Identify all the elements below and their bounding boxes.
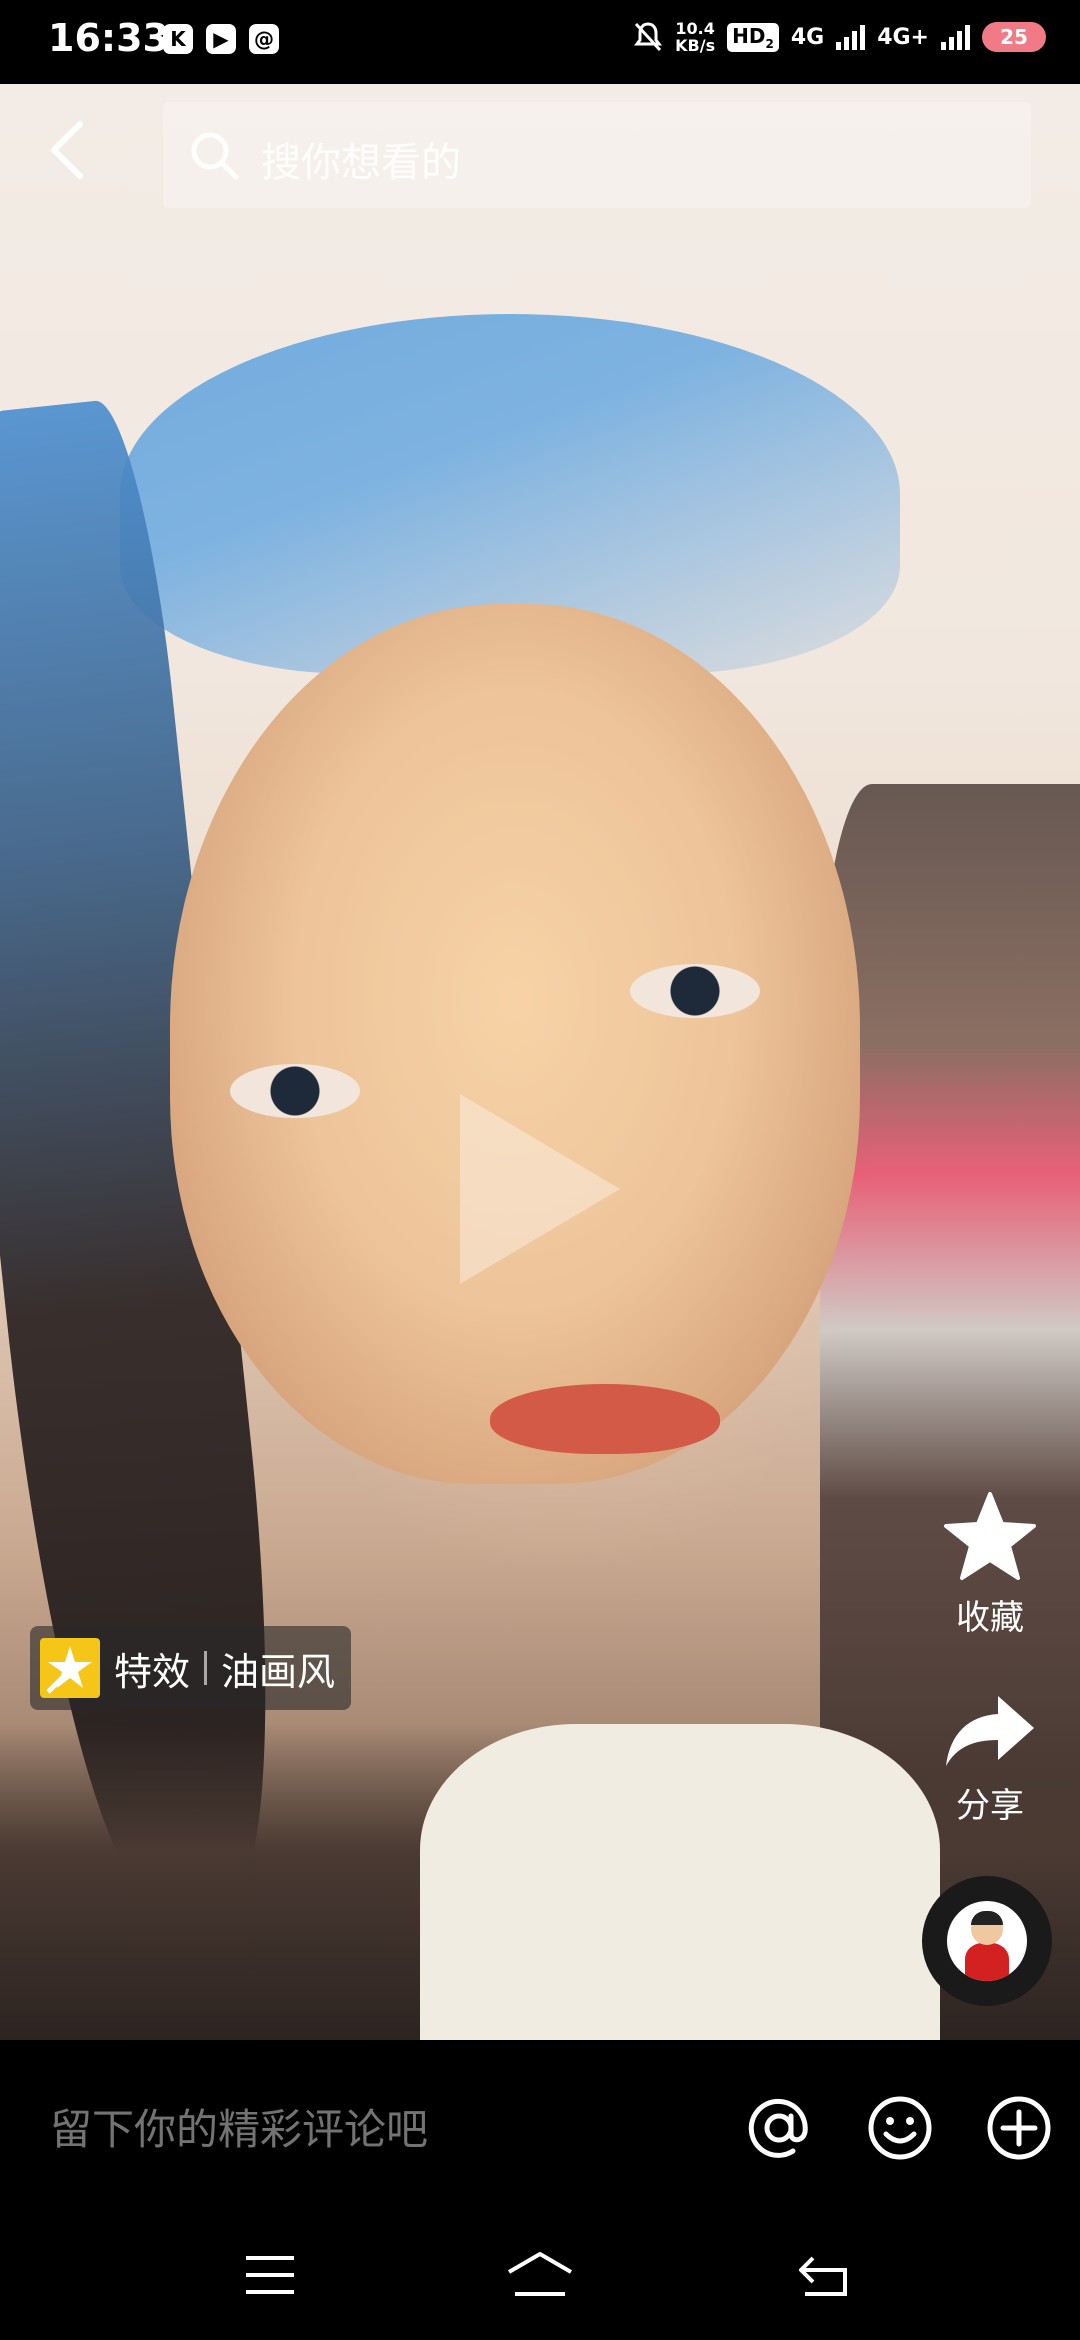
signal-label-1: 4G bbox=[790, 24, 825, 50]
kuaishou-app-icon: K bbox=[163, 24, 193, 54]
mute-bell-icon bbox=[634, 22, 663, 52]
magic-wand-icon bbox=[40, 1638, 100, 1698]
signal-label-2: 4G+ bbox=[877, 24, 929, 50]
signal-bars-1-icon bbox=[836, 24, 866, 50]
favorite-button[interactable]: 收藏 bbox=[930, 1490, 1050, 1639]
video-app-icon: ▶ bbox=[206, 24, 236, 54]
at-mention-icon[interactable] bbox=[745, 2094, 813, 2162]
search-input[interactable]: 搜你想看的 bbox=[163, 102, 1031, 208]
at-app-icon: @ bbox=[249, 24, 279, 54]
video-player[interactable]: ··· bbox=[0, 84, 1080, 2040]
chevron-left-icon bbox=[51, 121, 83, 179]
system-nav-bar bbox=[0, 2210, 1080, 2340]
star-icon bbox=[944, 1492, 1036, 1580]
battery-indicator: 25 bbox=[982, 22, 1046, 52]
signal-bars-2-icon bbox=[941, 24, 970, 50]
status-time: 16:33 bbox=[48, 16, 169, 60]
emoji-icon[interactable] bbox=[866, 2094, 934, 2162]
avatar bbox=[947, 1901, 1027, 1981]
effect-label: 特效 bbox=[114, 1649, 191, 1694]
video-frame-face bbox=[170, 604, 860, 1484]
video-frame-collar bbox=[420, 1724, 940, 2040]
play-icon[interactable] bbox=[460, 1094, 620, 1284]
effect-tag[interactable]: 特效 油画风 bbox=[30, 1626, 352, 1710]
share-arrow-icon bbox=[946, 1696, 1034, 1766]
comment-input[interactable]: 留下你的精彩评论吧 bbox=[50, 2096, 428, 2157]
add-circle-icon[interactable] bbox=[985, 2094, 1053, 2162]
share-label: 分享 bbox=[956, 1786, 1024, 1826]
search-placeholder: 搜你想看的 bbox=[261, 140, 461, 186]
divider bbox=[204, 1651, 208, 1685]
video-frame-eye-left bbox=[230, 1064, 360, 1118]
author-avatar-button[interactable] bbox=[922, 1876, 1052, 2006]
back-nav-icon[interactable] bbox=[795, 2250, 855, 2300]
home-icon[interactable] bbox=[505, 2250, 575, 2300]
menu-icon[interactable] bbox=[240, 2250, 300, 2300]
favorite-label: 收藏 bbox=[956, 1598, 1024, 1638]
back-button[interactable] bbox=[48, 120, 108, 190]
video-frame-eye-right bbox=[630, 964, 760, 1018]
hd-badge: HD2 bbox=[727, 22, 779, 52]
network-speed: 10.4 KB/s bbox=[675, 19, 716, 55]
comment-bar: 留下你的精彩评论吧 bbox=[0, 2040, 1080, 2210]
video-frame-lips bbox=[490, 1384, 720, 1454]
loading-indicator: ··· bbox=[655, 2030, 684, 2040]
search-icon bbox=[191, 132, 239, 180]
effect-name: 油画风 bbox=[221, 1649, 336, 1694]
status-bar: 16:33 K ▶ @ 10.4 KB/s HD2 4G 4G+ 25 bbox=[0, 0, 1080, 84]
share-button[interactable]: 分享 bbox=[930, 1690, 1050, 1827]
